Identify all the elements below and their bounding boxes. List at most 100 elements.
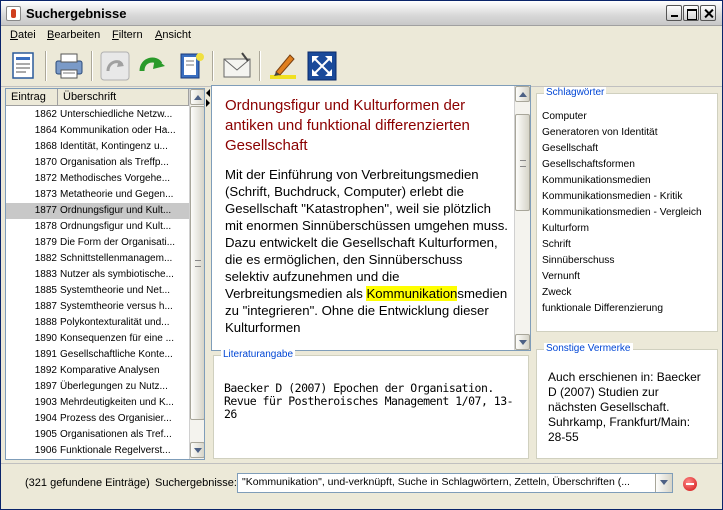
keyword-item[interactable]: Gesellschaft — [542, 141, 702, 157]
result-count: (321 gefundene Einträge) — [25, 477, 150, 489]
entry-heading: Überlegungen zu Nutz... — [60, 381, 168, 392]
report-button[interactable] — [7, 49, 41, 83]
entry-number: 1868 — [34, 141, 57, 152]
envelope-button[interactable] — [220, 49, 254, 83]
entry-number: 1892 — [34, 365, 57, 376]
entry-number: 1888 — [34, 317, 57, 328]
list-item[interactable]: 1892 Komparative Analysen — [6, 363, 189, 379]
entry-heading: Ordnungsfigur und Kult... — [60, 221, 172, 232]
list-item[interactable]: 1888 Polykontexturalität und... — [6, 315, 189, 331]
list-item[interactable]: 1882 Schnittstellenmanagem... — [6, 251, 189, 267]
expand-right-arrow-icon[interactable] — [206, 99, 210, 107]
status-bar: (321 gefundene Einträge) Suchergebnisse:… — [1, 463, 722, 509]
clear-search-icon[interactable] — [683, 477, 697, 491]
list-item[interactable]: 1905 Organisationen als Tref... — [6, 427, 189, 443]
list-item[interactable]: 1868 Identität, Kontingenz u... — [6, 139, 189, 155]
keyword-item[interactable]: Sinnüberschuss — [542, 253, 702, 269]
search-results-select-value: "Kommunikation", und-verknüpft, Suche in… — [242, 476, 630, 488]
menu-datei[interactable]: Datei — [10, 29, 36, 41]
entry-number: 1897 — [34, 381, 57, 392]
scroll-thumb[interactable] — [190, 106, 204, 420]
maximize-button[interactable] — [683, 5, 699, 21]
keyword-item[interactable]: Computer — [542, 109, 702, 125]
entry-number: 1864 — [34, 125, 57, 136]
keyword-item[interactable]: Zweck — [542, 285, 702, 301]
keyword-item[interactable]: Schrift — [542, 237, 702, 253]
keyword-item[interactable]: Kommunikationsmedien - Kritik — [542, 189, 702, 205]
search-results-select[interactable]: "Kommunikation", und-verknüpft, Suche in… — [237, 473, 673, 493]
list-item[interactable]: 1903 Mehrdeutigkeiten und K... — [6, 395, 189, 411]
column-header-ueberschrift[interactable]: Überschrift — [58, 89, 189, 106]
results-list[interactable]: Eintrag Überschrift 1862 Unterschiedliche… — [5, 88, 205, 460]
list-item[interactable]: 1862 Unterschiedliche Netzw... — [6, 107, 189, 123]
highlight-button[interactable] — [266, 49, 300, 83]
entry-heading: Metatheorie und Gegen... — [60, 189, 174, 200]
keyword-item[interactable]: Gesellschaftsformen — [542, 157, 702, 173]
entry-number: 1891 — [34, 349, 57, 360]
back-button[interactable] — [98, 49, 132, 83]
list-scrollbar[interactable] — [189, 89, 204, 459]
toolbar-separator — [91, 51, 93, 81]
keyword-item[interactable]: Generatoren von Identität — [542, 125, 702, 141]
minimize-button[interactable] — [666, 5, 682, 21]
chevron-down-icon[interactable] — [655, 474, 672, 492]
list-item[interactable]: 1883 Nutzer als symbiotische... — [6, 267, 189, 283]
list-item[interactable]: 1879 Die Form der Organisati... — [6, 235, 189, 251]
toolbar-separator — [45, 51, 47, 81]
keyword-item[interactable]: Kulturform — [542, 221, 702, 237]
entry-heading: Nutzer als symbiotische... — [60, 269, 174, 280]
list-item[interactable]: 1906 Funktionale Regelverst... — [6, 443, 189, 459]
scroll-up-button[interactable] — [190, 89, 204, 105]
scroll-thumb[interactable] — [515, 114, 530, 211]
article-body: Mit der Einführung von Verbreitungsmedie… — [225, 166, 510, 336]
list-item[interactable]: 1872 Methodisches Vorgehe... — [6, 171, 189, 187]
scroll-up-button[interactable] — [515, 86, 530, 102]
toolbar-separator — [212, 51, 214, 81]
literature-box: Literaturangabe Baecker D (2007) Epochen… — [213, 349, 529, 459]
entry-number: 1903 — [34, 397, 57, 408]
list-item[interactable]: 1904 Prozess des Organisier... — [6, 411, 189, 427]
column-header-eintrag[interactable]: Eintrag — [6, 89, 58, 106]
title-bar[interactable]: Suchergebnisse — [1, 1, 722, 26]
keywords-label: Schlagwörter — [544, 87, 607, 98]
keyword-item[interactable]: Kommunikationsmedien — [542, 173, 702, 189]
list-item[interactable]: 1878 Ordnungsfigur und Kult... — [6, 219, 189, 235]
entry-number: 1878 — [34, 221, 57, 232]
entry-number: 1873 — [34, 189, 57, 200]
list-item[interactable]: 1891 Gesellschaftliche Konte... — [6, 347, 189, 363]
list-item[interactable]: 1877 Ordnungsfigur und Kult... — [6, 203, 189, 219]
list-item[interactable]: 1873 Metatheorie und Gegen... — [6, 187, 189, 203]
keyword-item[interactable]: Kommunikationsmedien - Vergleich — [542, 205, 702, 221]
entry-heading: Organisationen als Tref... — [60, 429, 172, 440]
list-item[interactable]: 1887 Systemtheorie versus h... — [6, 299, 189, 315]
entry-heading: Die Form der Organisati... — [60, 237, 176, 248]
keyword-item[interactable]: Vernunft — [542, 269, 702, 285]
fullscreen-button[interactable] — [305, 49, 339, 83]
list-item[interactable]: 1897 Überlegungen zu Nutz... — [6, 379, 189, 395]
list-item[interactable]: 1864 Kommunikation oder Ha... — [6, 123, 189, 139]
close-button[interactable] — [700, 5, 716, 21]
menu-ansicht[interactable]: Ansicht — [155, 29, 191, 41]
entry-heading: Ordnungsfigur und Kult... — [60, 205, 172, 216]
list-item[interactable]: 1870 Organisation als Treffp... — [6, 155, 189, 171]
menu-bearbeiten[interactable]: Bearbeiten — [47, 29, 100, 41]
entry-number: 1872 — [34, 173, 57, 184]
highlight-pen-icon — [270, 54, 296, 79]
keywords-box: Schlagwörter Computer Generatoren von Ide… — [536, 87, 718, 332]
list-item[interactable]: 1885 Systemtheorie und Net... — [6, 283, 189, 299]
print-button[interactable] — [52, 49, 86, 83]
menu-filtern[interactable]: Filtern — [112, 29, 143, 41]
list-item[interactable]: 1890 Konsequenzen für eine ... — [6, 331, 189, 347]
entry-number: 1879 — [34, 237, 57, 248]
article-scrollbar[interactable] — [514, 86, 530, 350]
back-icon — [100, 51, 130, 81]
collapse-left-arrow-icon[interactable] — [206, 89, 210, 97]
entry-heading: Methodisches Vorgehe... — [60, 173, 171, 184]
forward-button[interactable] — [136, 49, 170, 83]
print-icon — [55, 53, 83, 79]
article-panel[interactable]: Ordnungsfigur und Kulturformen der antik… — [211, 85, 531, 351]
scroll-down-button[interactable] — [515, 334, 530, 350]
keyword-item[interactable]: funktionale Differenzierung — [542, 301, 702, 317]
scroll-down-button[interactable] — [190, 442, 204, 458]
bookmark-button[interactable] — [174, 49, 208, 83]
